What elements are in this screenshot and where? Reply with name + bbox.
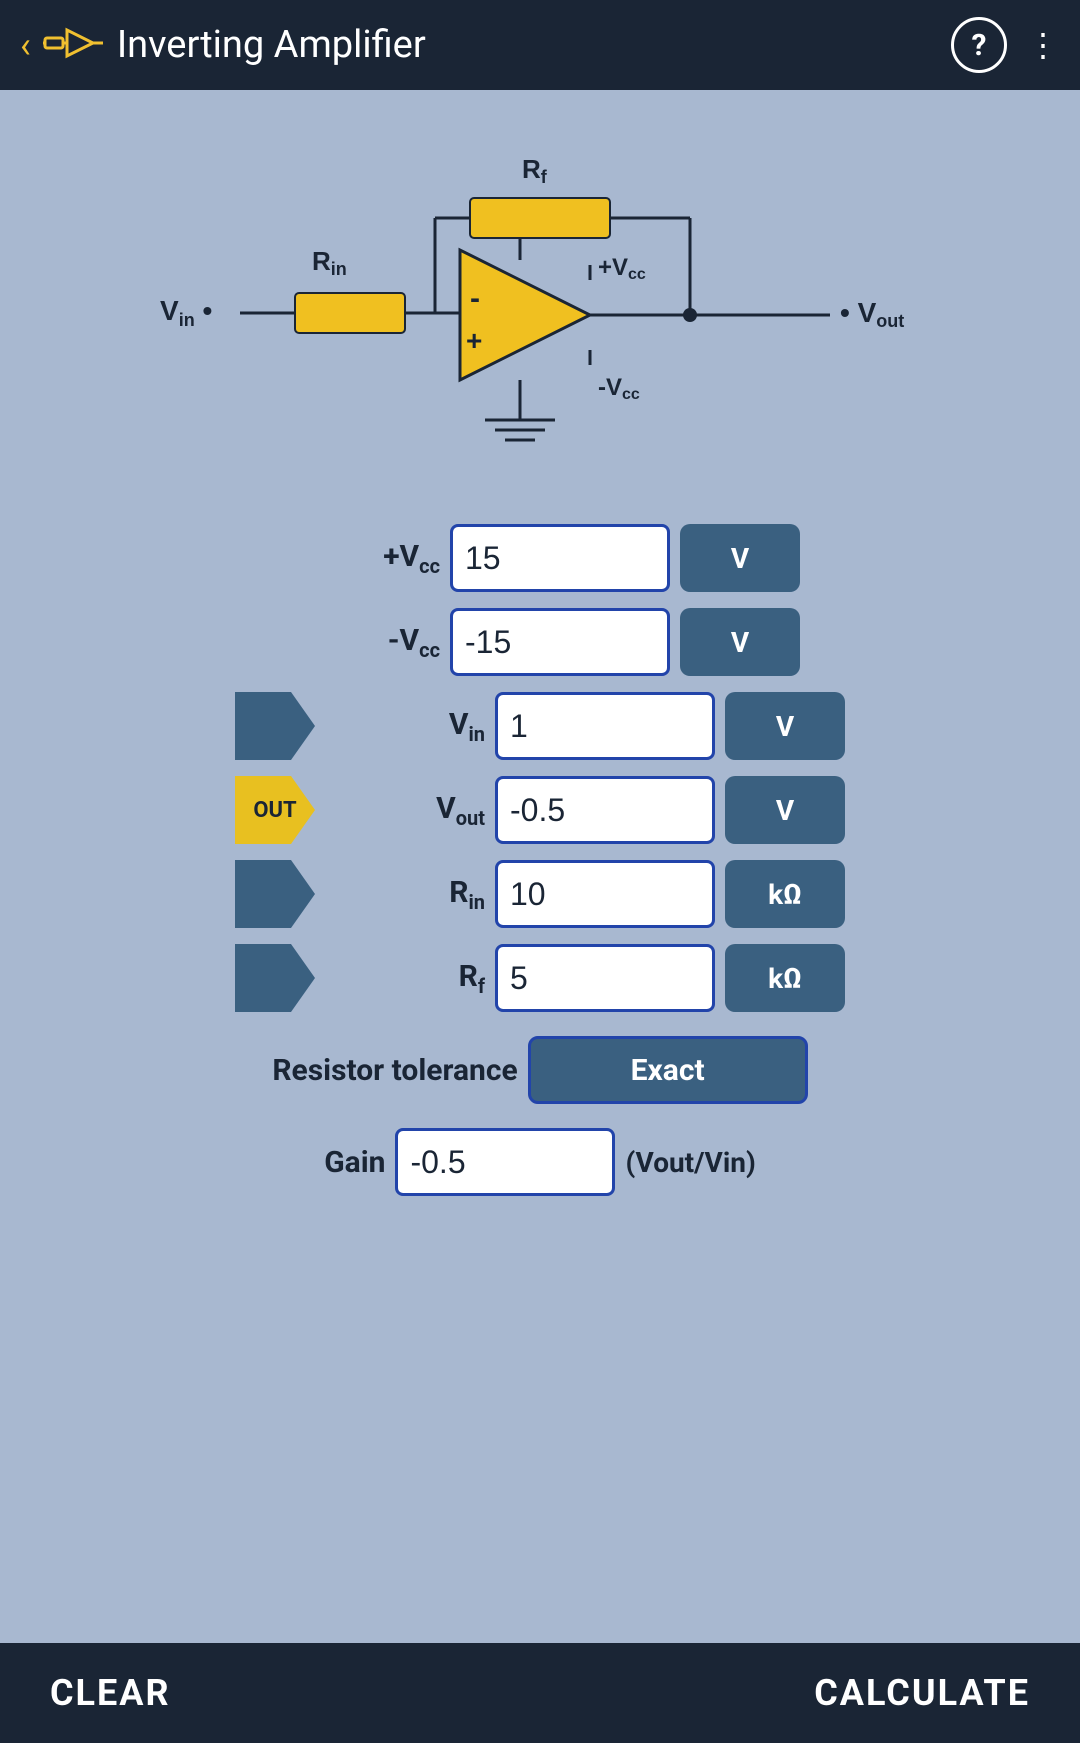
clear-button[interactable]: CLEAR [0, 1672, 540, 1714]
vcc-pos-unit: V [680, 524, 800, 592]
vcc-pos-label: +Vcc [280, 539, 440, 578]
rf-selector[interactable] [235, 944, 315, 1012]
vcc-neg-row: -Vcc V [40, 604, 1040, 680]
svg-text:Vin •: Vin • [160, 295, 212, 330]
svg-text:-Vcc: -Vcc [598, 374, 640, 403]
help-button[interactable]: ? [951, 17, 1007, 73]
gain-input[interactable] [395, 1128, 615, 1196]
tolerance-row: Resistor tolerance Exact [40, 1032, 1040, 1108]
rin-selector[interactable] [235, 860, 315, 928]
vin-label: Vin [325, 707, 485, 746]
gain-row: Gain (Vout/Vin) [40, 1124, 1040, 1200]
circuit-diagram: Vin • Rin - + +Vcc -Vcc [0, 90, 1080, 510]
svg-text:-: - [470, 282, 480, 315]
bottom-bar: CLEAR CALCULATE [0, 1643, 1080, 1743]
rf-label: Rf [325, 959, 485, 998]
calculate-button[interactable]: CALCULATE [540, 1672, 1080, 1714]
vout-selector[interactable]: OUT [235, 776, 315, 844]
gain-unit: (Vout/Vin) [625, 1146, 755, 1179]
rin-unit: kΩ [725, 860, 845, 928]
app-icon [43, 18, 103, 72]
svg-text:Rf: Rf [522, 154, 548, 187]
back-button[interactable]: ‹ [20, 24, 31, 66]
svg-text:+Vcc: +Vcc [598, 254, 646, 283]
main-content: Vin • Rin - + +Vcc -Vcc [0, 90, 1080, 1643]
vcc-pos-input[interactable] [450, 524, 670, 592]
vout-input[interactable] [495, 776, 715, 844]
vcc-neg-unit: V [680, 608, 800, 676]
vin-selector[interactable] [235, 692, 315, 760]
svg-text:+: + [466, 325, 482, 356]
svg-text:Rin: Rin [312, 246, 347, 279]
tolerance-label: Resistor tolerance [272, 1053, 517, 1088]
vcc-neg-label: -Vcc [280, 623, 440, 662]
rf-input[interactable] [495, 944, 715, 1012]
header: ‹ Inverting Amplifier ? ⋮ [0, 0, 1080, 90]
out-label: OUT [253, 798, 296, 823]
vcc-pos-row: +Vcc V [40, 520, 1040, 596]
vin-unit: V [725, 692, 845, 760]
circuit-svg: Vin • Rin - + +Vcc -Vcc [130, 110, 950, 490]
rin-label: Rin [325, 875, 485, 914]
vout-unit: V [725, 776, 845, 844]
rf-unit: kΩ [725, 944, 845, 1012]
tolerance-button[interactable]: Exact [528, 1036, 808, 1104]
vin-row: Vin V [40, 688, 1040, 764]
svg-text:• Vout: • Vout [840, 297, 904, 331]
form-area: +Vcc V -Vcc V Vin V OUT [0, 510, 1080, 1643]
vout-label: Vout [325, 791, 485, 830]
gain-label: Gain [324, 1145, 385, 1180]
page-title: Inverting Amplifier [117, 23, 951, 67]
menu-button[interactable]: ⋮ [1027, 26, 1060, 64]
vout-row: OUT Vout V [40, 772, 1040, 848]
rin-row: Rin kΩ [40, 856, 1040, 932]
rf-row: Rf kΩ [40, 940, 1040, 1016]
vin-input[interactable] [495, 692, 715, 760]
rin-input[interactable] [495, 860, 715, 928]
vcc-neg-input[interactable] [450, 608, 670, 676]
